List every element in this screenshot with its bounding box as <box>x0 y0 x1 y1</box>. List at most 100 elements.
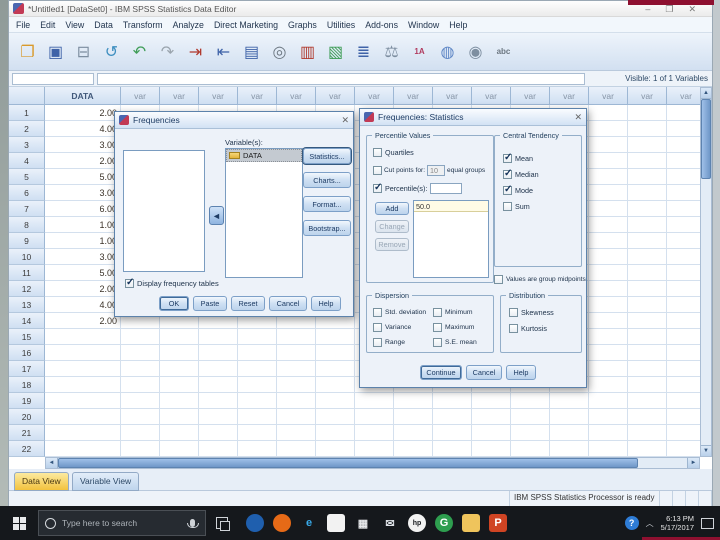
data-cell[interactable] <box>45 345 121 361</box>
column-header-var[interactable]: var <box>511 87 550 105</box>
empty-cell[interactable] <box>589 329 628 345</box>
empty-cell[interactable] <box>160 377 199 393</box>
empty-cell[interactable] <box>589 121 628 137</box>
empty-cell[interactable] <box>589 281 628 297</box>
empty-cell[interactable] <box>589 393 628 409</box>
empty-cell[interactable] <box>238 329 277 345</box>
row-number[interactable]: 17 <box>9 361 45 377</box>
empty-cell[interactable] <box>121 393 160 409</box>
data-cell[interactable]: 2.00 <box>45 105 121 121</box>
insert-cases-icon[interactable]: ▥ <box>295 38 320 66</box>
statistics-button[interactable]: Statistics... <box>302 147 352 165</box>
empty-cell[interactable] <box>238 345 277 361</box>
percentile-list[interactable]: 50.0 <box>413 200 489 278</box>
range-checkbox[interactable] <box>373 338 382 347</box>
empty-cell[interactable] <box>628 233 667 249</box>
empty-cell[interactable] <box>550 393 589 409</box>
empty-cell[interactable] <box>316 393 355 409</box>
menu-window[interactable]: Window <box>403 18 444 32</box>
dialog-titlebar[interactable]: Frequencies ✕ <box>115 112 353 129</box>
data-cell[interactable] <box>45 393 121 409</box>
empty-cell[interactable] <box>628 153 667 169</box>
column-header-var[interactable]: var <box>238 87 277 105</box>
menu-add-ons[interactable]: Add-ons <box>360 18 403 32</box>
empty-cell[interactable] <box>355 425 394 441</box>
empty-cell[interactable] <box>472 409 511 425</box>
cell-reference-box[interactable] <box>12 73 94 85</box>
data-cell[interactable]: 5.00 <box>45 265 121 281</box>
column-header-var[interactable]: var <box>472 87 511 105</box>
empty-cell[interactable] <box>121 361 160 377</box>
column-header-var[interactable]: var <box>160 87 199 105</box>
move-variable-button[interactable]: ◄ <box>209 206 224 225</box>
empty-cell[interactable] <box>355 441 394 457</box>
empty-cell[interactable] <box>589 297 628 313</box>
empty-cell[interactable] <box>199 345 238 361</box>
data-cell[interactable]: 5.00 <box>45 169 121 185</box>
data-cell[interactable]: 4.00 <box>45 121 121 137</box>
sum-checkbox[interactable] <box>503 202 512 211</box>
goto-variable-icon[interactable]: ⇤ <box>211 38 236 66</box>
row-number[interactable]: 15 <box>9 329 45 345</box>
empty-cell[interactable] <box>628 329 667 345</box>
row-number[interactable]: 8 <box>9 217 45 233</box>
empty-cell[interactable] <box>160 425 199 441</box>
variables-icon[interactable]: ▤ <box>239 38 264 66</box>
column-header-var[interactable]: var <box>121 87 160 105</box>
spell-check-icon[interactable]: abc <box>491 38 516 66</box>
vertical-scroll-thumb[interactable] <box>701 99 711 179</box>
add-button[interactable]: Add <box>375 202 409 215</box>
empty-cell[interactable] <box>433 425 472 441</box>
row-number[interactable]: 18 <box>9 377 45 393</box>
se-mean-checkbox[interactable] <box>433 338 442 347</box>
empty-cell[interactable] <box>433 409 472 425</box>
column-header-var[interactable]: var <box>628 87 667 105</box>
close-icon[interactable]: ✕ <box>574 112 582 123</box>
save-icon[interactable]: ▣ <box>43 38 68 66</box>
empty-cell[interactable] <box>316 441 355 457</box>
quartiles-checkbox[interactable] <box>373 148 382 157</box>
empty-cell[interactable] <box>238 425 277 441</box>
empty-cell[interactable] <box>277 361 316 377</box>
empty-cell[interactable] <box>316 361 355 377</box>
column-header-data[interactable]: DATA <box>45 87 121 105</box>
data-cell[interactable]: 2.00 <box>45 313 121 329</box>
empty-cell[interactable] <box>511 441 550 457</box>
empty-cell[interactable] <box>589 249 628 265</box>
empty-cell[interactable] <box>589 345 628 361</box>
tray-expand-icon[interactable]: ︿ <box>646 518 654 529</box>
empty-cell[interactable] <box>121 345 160 361</box>
data-cell[interactable]: 6.00 <box>45 201 121 217</box>
taskbar-clock[interactable]: 6:13 PM 5/17/2017 <box>661 514 694 533</box>
remove-button[interactable]: Remove <box>375 238 409 251</box>
empty-cell[interactable] <box>628 201 667 217</box>
empty-cell[interactable] <box>394 425 433 441</box>
empty-cell[interactable] <box>589 409 628 425</box>
goto-case-icon[interactable]: ⇥ <box>183 38 208 66</box>
empty-cell[interactable] <box>433 393 472 409</box>
empty-cell[interactable] <box>550 441 589 457</box>
store-icon[interactable] <box>327 514 345 532</box>
scroll-left-icon[interactable]: ◄ <box>46 458 58 468</box>
empty-cell[interactable] <box>628 361 667 377</box>
cortana-icon[interactable] <box>246 514 264 532</box>
column-header-var[interactable]: var <box>589 87 628 105</box>
bootstrap-button[interactable]: Bootstrap... <box>303 220 351 236</box>
empty-cell[interactable] <box>589 377 628 393</box>
empty-cell[interactable] <box>160 441 199 457</box>
kurtosis-checkbox[interactable] <box>509 324 518 333</box>
empty-cell[interactable] <box>589 185 628 201</box>
empty-cell[interactable] <box>277 425 316 441</box>
empty-cell[interactable] <box>238 409 277 425</box>
tab-variable-view[interactable]: Variable View <box>72 472 140 491</box>
empty-cell[interactable] <box>589 201 628 217</box>
microphone-icon[interactable] <box>187 519 199 528</box>
mail-icon[interactable]: ✉ <box>381 514 399 532</box>
percentiles-checkbox[interactable] <box>373 182 382 193</box>
empty-cell[interactable] <box>589 361 628 377</box>
median-checkbox[interactable] <box>503 168 512 179</box>
redo-icon[interactable]: ↷ <box>155 38 180 66</box>
row-number[interactable]: 7 <box>9 201 45 217</box>
cell-editor-box[interactable] <box>97 73 585 85</box>
empty-cell[interactable] <box>628 313 667 329</box>
